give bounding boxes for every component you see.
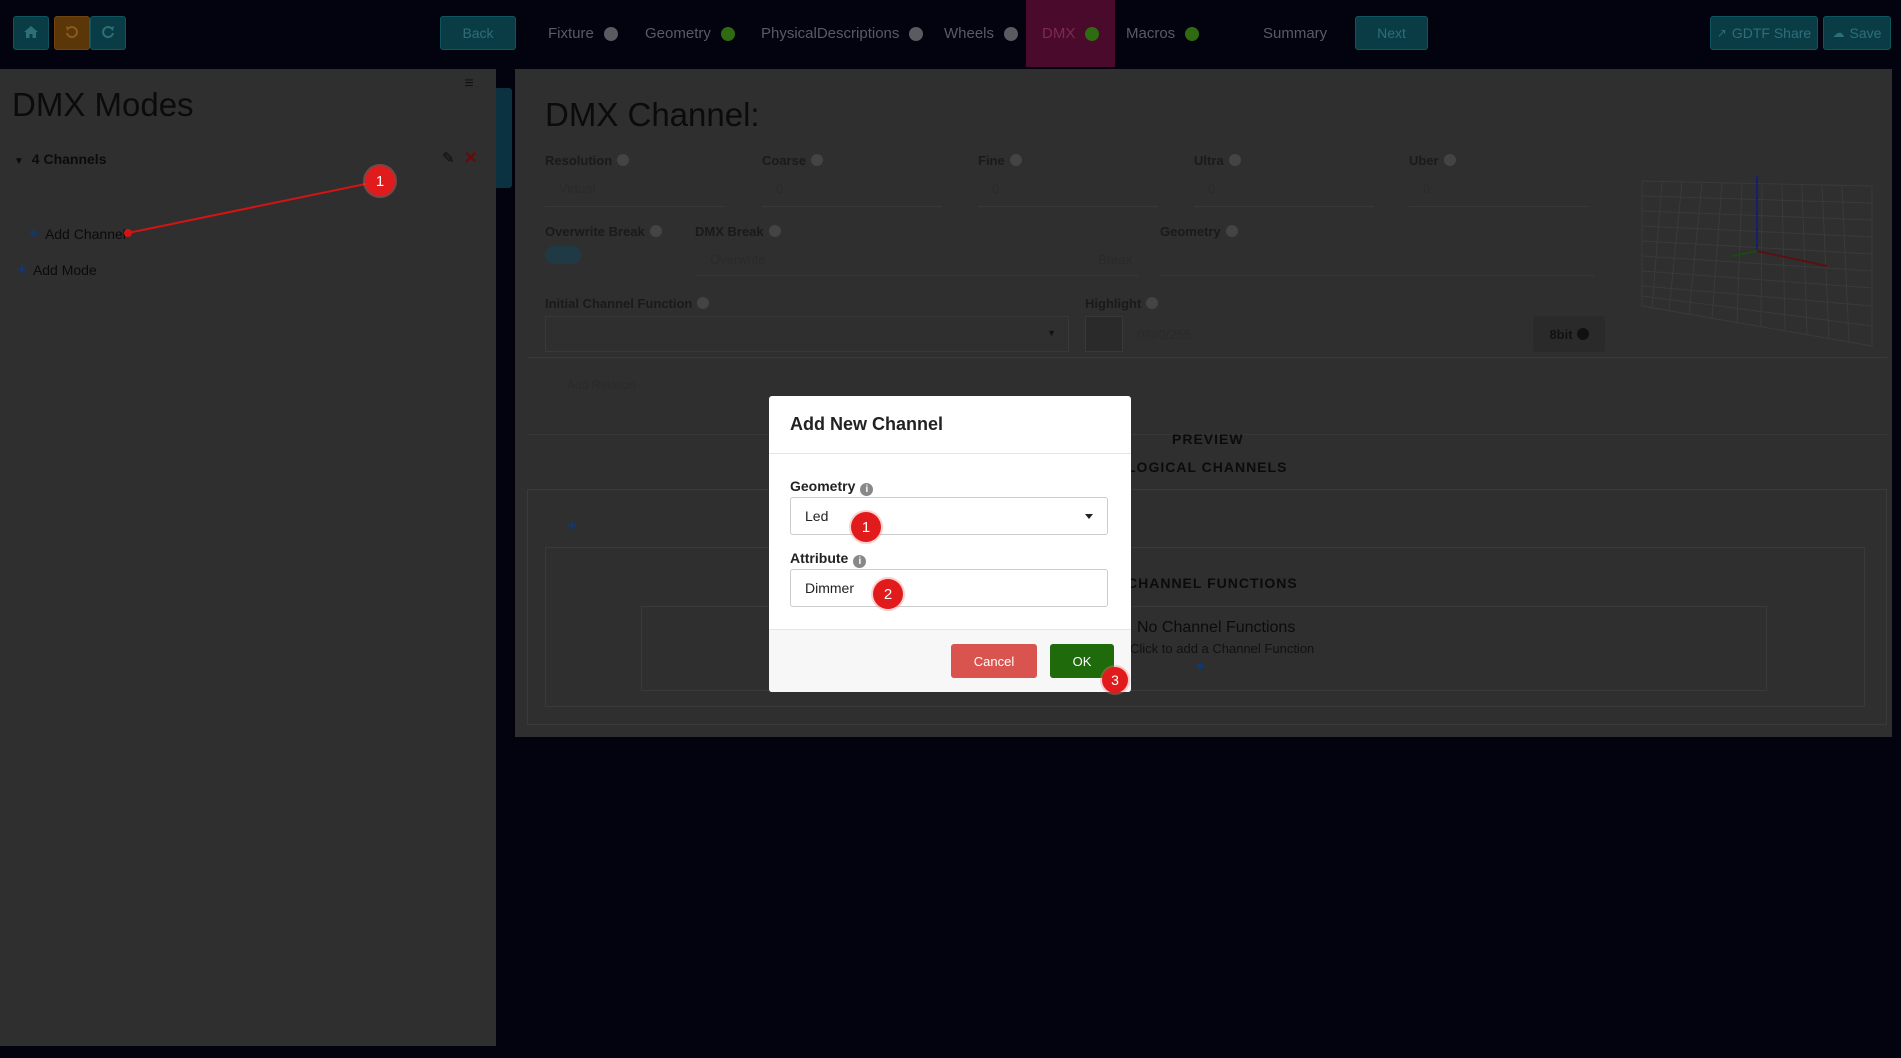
- dialog-footer: Cancel OK: [769, 629, 1131, 692]
- info-icon: i: [853, 555, 867, 568]
- annotation-marker: 3: [1102, 667, 1128, 693]
- annotation-marker: 1: [365, 166, 395, 196]
- attribute-value: Dimmer: [805, 580, 854, 596]
- geometry-field-label: Geometry i: [790, 478, 874, 496]
- add-channel-dialog: Add New Channel Geometry i Led Attribute i…: [769, 396, 1131, 692]
- cancel-button[interactable]: Cancel: [951, 644, 1037, 678]
- ok-button-label: OK: [1072, 653, 1092, 669]
- attribute-label-text: Attribute: [790, 550, 849, 566]
- dialog-header: Add New Channel: [769, 396, 1131, 454]
- info-icon: i: [860, 483, 874, 496]
- geometry-value: Led: [805, 508, 829, 524]
- caret-down-icon: [1085, 514, 1093, 519]
- attribute-input[interactable]: Dimmer: [790, 569, 1108, 607]
- annotation-marker: 2: [873, 579, 903, 609]
- geometry-select[interactable]: Led: [790, 497, 1108, 535]
- geometry-label-text: Geometry: [790, 478, 856, 494]
- cancel-button-label: Cancel: [973, 653, 1015, 669]
- annotation-marker: 1: [851, 512, 881, 542]
- dialog-title: Add New Channel: [790, 414, 944, 434]
- attribute-field-label: Attribute i: [790, 550, 867, 568]
